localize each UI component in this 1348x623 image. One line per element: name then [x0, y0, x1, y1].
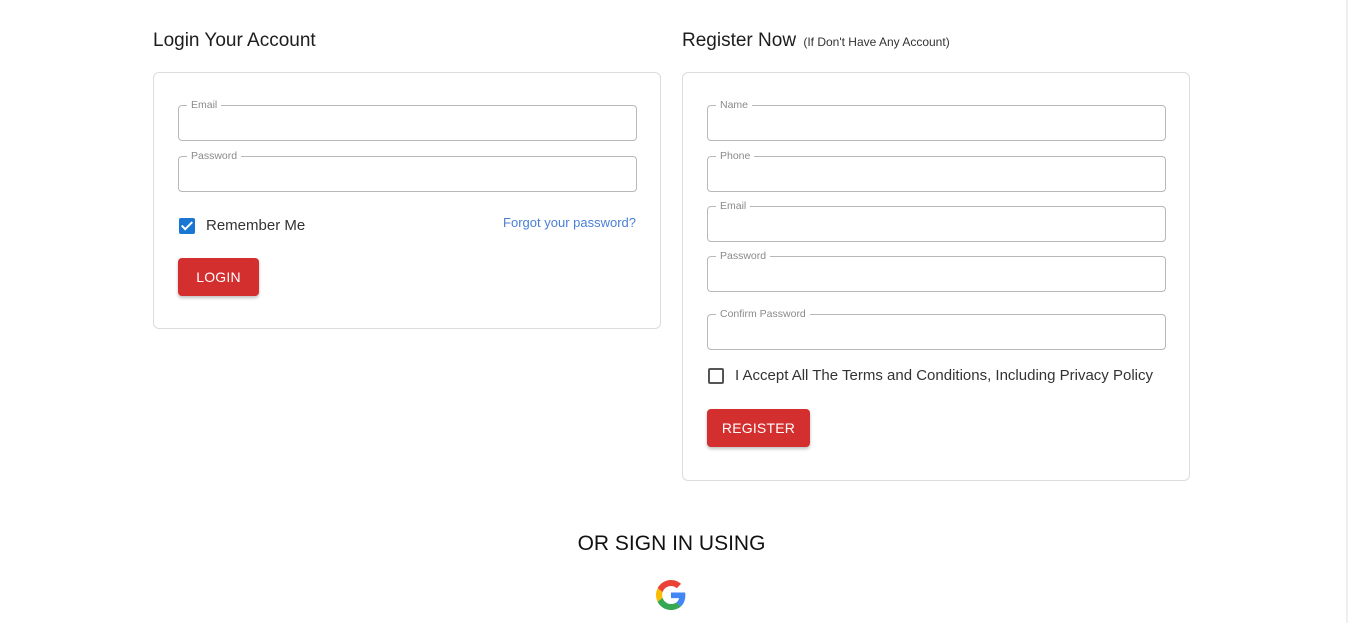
- register-heading-title: Register Now: [682, 30, 797, 51]
- terms-label: I Accept All The Terms and Conditions, I…: [735, 367, 1153, 384]
- register-heading-subtitle: (If Don't Have Any Account): [803, 35, 950, 49]
- login-card: Email Password Remember Me Forgot your p…: [153, 72, 661, 329]
- register-card: Name Phone Email Password Confirm Passwo…: [682, 72, 1190, 481]
- register-confirm-password-field[interactable]: Confirm Password: [707, 307, 1166, 350]
- login-heading: Login Your Account: [153, 30, 316, 51]
- register-heading: Register Now (If Don't Have Any Account): [682, 30, 950, 52]
- register-phone-input[interactable]: [708, 157, 1165, 191]
- register-name-input[interactable]: [708, 106, 1165, 140]
- register-email-field[interactable]: Email: [707, 199, 1166, 242]
- login-password-input[interactable]: [179, 157, 636, 191]
- remember-me-label: Remember Me: [206, 217, 306, 234]
- register-password-field[interactable]: Password: [707, 249, 1166, 292]
- register-password-input[interactable]: [708, 257, 1165, 291]
- terms-checkbox[interactable]: [708, 368, 724, 384]
- register-name-field[interactable]: Name: [707, 98, 1166, 141]
- register-confirm-password-input[interactable]: [708, 315, 1165, 349]
- register-phone-field[interactable]: Phone: [707, 149, 1166, 192]
- register-button[interactable]: REGISTER: [707, 409, 810, 447]
- google-icon[interactable]: [656, 580, 686, 610]
- login-email-field[interactable]: Email: [178, 98, 637, 141]
- register-email-input[interactable]: [708, 207, 1165, 241]
- social-signin-title: OR SIGN IN USING: [577, 532, 766, 555]
- login-password-field[interactable]: Password: [178, 149, 637, 192]
- login-button[interactable]: LOGIN: [178, 258, 259, 296]
- auth-page: Login Your Account Email Password Rememb…: [0, 0, 1348, 623]
- forgot-password-link[interactable]: Forgot your password?: [503, 215, 636, 230]
- login-email-input[interactable]: [179, 106, 636, 140]
- remember-me-checkbox[interactable]: [179, 218, 195, 234]
